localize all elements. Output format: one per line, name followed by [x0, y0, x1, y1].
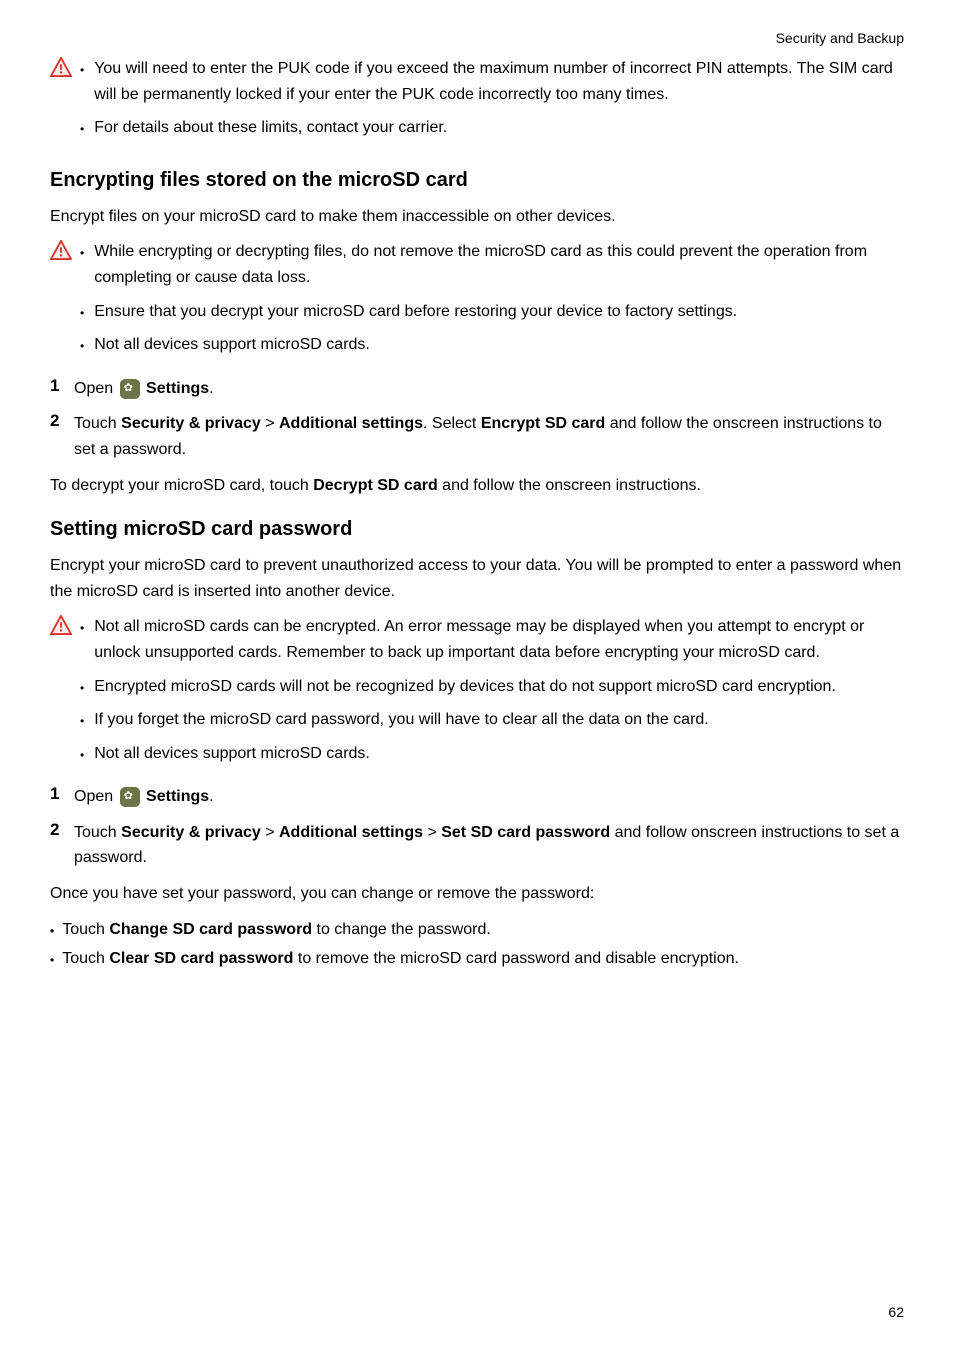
step-text: Open Settings.: [74, 784, 214, 810]
list-item: Touch Change SD card password to change …: [50, 917, 904, 943]
list-text: Ensure that you decrypt your microSD car…: [94, 299, 737, 325]
list-item: Not all devices support microSD cards.: [80, 741, 904, 767]
step-number: 2: [50, 820, 62, 840]
step-text: Touch Security & privacy > Additional se…: [74, 411, 904, 462]
list-item: Not all microSD cards can be encrypted. …: [80, 614, 904, 665]
list-text: You will need to enter the PUK code if y…: [94, 56, 904, 107]
step-item: 1 Open Settings.: [50, 784, 904, 810]
list-text: Not all devices support microSD cards.: [94, 332, 370, 358]
list-item: For details about these limits, contact …: [80, 115, 904, 141]
step-text: Touch Security & privacy > Additional se…: [74, 820, 904, 871]
warning-list: While encrypting or decrypting files, do…: [80, 239, 904, 365]
numbered-steps: 1 Open Settings. 2 Touch Security & priv…: [50, 376, 904, 463]
list-text: For details about these limits, contact …: [94, 115, 447, 141]
list-item: Encrypted microSD cards will not be reco…: [80, 674, 904, 700]
paragraph: Encrypt files on your microSD card to ma…: [50, 204, 904, 230]
warning-list: Not all microSD cards can be encrypted. …: [80, 614, 904, 774]
warning-icon: [50, 57, 72, 77]
list-item: Not all devices support microSD cards.: [80, 332, 904, 358]
list-text: Touch Clear SD card password to remove t…: [62, 946, 739, 972]
list-item: While encrypting or decrypting files, do…: [80, 239, 904, 290]
list-text: While encrypting or decrypting files, do…: [94, 239, 904, 290]
list-text: Touch Change SD card password to change …: [62, 917, 491, 943]
numbered-steps: 1 Open Settings. 2 Touch Security & priv…: [50, 784, 904, 871]
settings-icon: [120, 379, 140, 399]
heading-sdpassword: Setting microSD card password: [50, 518, 904, 541]
bullet-list: Touch Change SD card password to change …: [50, 917, 904, 972]
page-header: Security and Backup: [50, 30, 904, 46]
step-item: 1 Open Settings.: [50, 376, 904, 402]
list-text: Not all devices support microSD cards.: [94, 741, 370, 767]
step-number: 1: [50, 376, 62, 396]
paragraph: Once you have set your password, you can…: [50, 881, 904, 907]
list-text: Encrypted microSD cards will not be reco…: [94, 674, 836, 700]
list-item: If you forget the microSD card password,…: [80, 707, 904, 733]
warning-block-puk: You will need to enter the PUK code if y…: [50, 56, 904, 149]
heading-encrypting: Encrypting files stored on the microSD c…: [50, 169, 904, 192]
settings-icon: [120, 787, 140, 807]
step-item: 2 Touch Security & privacy > Additional …: [50, 411, 904, 462]
warning-icon: [50, 240, 72, 260]
warning-block-sdpass: Not all microSD cards can be encrypted. …: [50, 614, 904, 774]
step-number: 2: [50, 411, 62, 431]
list-item: Ensure that you decrypt your microSD car…: [80, 299, 904, 325]
page-number: 62: [888, 1304, 904, 1320]
step-item: 2 Touch Security & privacy > Additional …: [50, 820, 904, 871]
warning-icon: [50, 615, 72, 635]
paragraph: To decrypt your microSD card, touch Decr…: [50, 473, 904, 499]
warning-block-encrypt: While encrypting or decrypting files, do…: [50, 239, 904, 365]
step-number: 1: [50, 784, 62, 804]
list-item: Touch Clear SD card password to remove t…: [50, 946, 904, 972]
step-text: Open Settings.: [74, 376, 214, 402]
list-text: If you forget the microSD card password,…: [94, 707, 709, 733]
warning-list: You will need to enter the PUK code if y…: [80, 56, 904, 149]
list-item: You will need to enter the PUK code if y…: [80, 56, 904, 107]
paragraph: Encrypt your microSD card to prevent una…: [50, 553, 904, 604]
list-text: Not all microSD cards can be encrypted. …: [94, 614, 904, 665]
